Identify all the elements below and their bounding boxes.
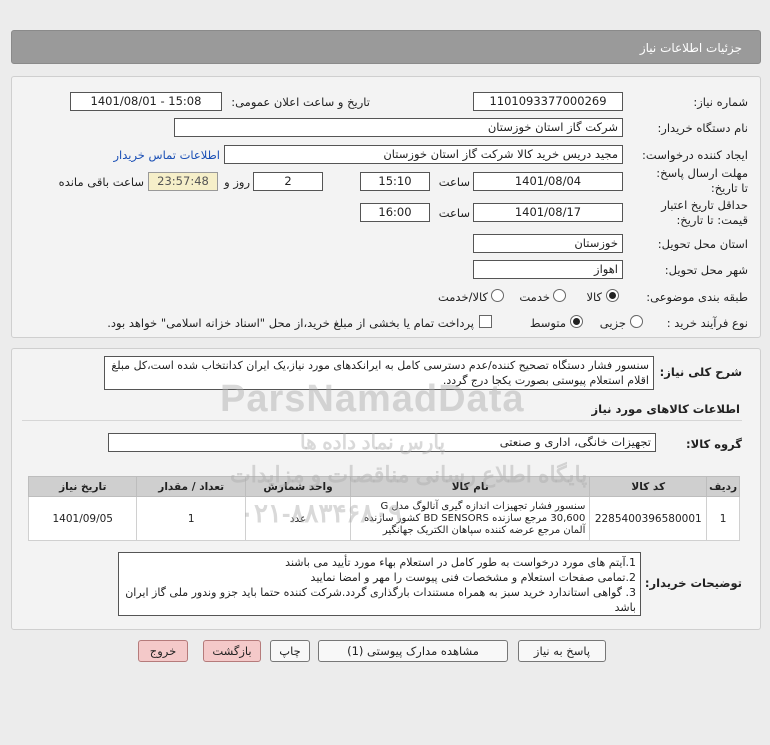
category-option-goods: کالا [586, 290, 602, 304]
cell-name: سنسور فشار تجهیزات اندازه گیری آنالوگ مد… [350, 496, 591, 541]
buyer-notes-label: توضیحات خریدار: [644, 576, 742, 590]
back-button[interactable]: بازگشت [203, 640, 261, 662]
deadline-time-field: 15:10 [360, 172, 430, 191]
validity-time-label: ساعت [438, 206, 470, 220]
buyer-notes-box: 1.آیتم های مورد درخواست به طور کامل در ا… [118, 552, 641, 616]
days-field: 2 [253, 172, 323, 191]
col-unit: واحد شمارش [244, 476, 352, 497]
category-option-both: کالا/خدمت [437, 290, 488, 304]
process-radio-medium[interactable] [570, 315, 583, 328]
buyer-note-line: 2.تمامی صفحات استعلام و مشخصات فنی پیوست… [310, 571, 636, 584]
creator-label: ایجاد کننده درخواست: [642, 148, 748, 162]
print-button[interactable]: چاپ [270, 640, 310, 662]
summary-text: سنسور فشار دستگاه تصحیح کننده/عدم دسترسی… [104, 356, 654, 390]
remaining-label: ساعت باقی مانده [58, 175, 144, 189]
goods-group-field: تجهیزات خانگی، اداری و صنعتی [108, 433, 656, 452]
goods-table: ردیف کد کالا نام کالا واحد شمارش تعداد /… [27, 476, 740, 541]
validity-date-field: 1401/08/17 [473, 203, 623, 222]
goods-table-header: ردیف کد کالا نام کالا واحد شمارش تعداد /… [27, 476, 740, 497]
deadline-label: مهلت ارسال پاسخ: تا تاریخ: [656, 166, 748, 195]
page-header: جزئیات اطلاعات نیاز [11, 30, 761, 64]
category-option-service: خدمت [519, 290, 550, 304]
buyer-note-line: 1.آیتم های مورد درخواست به طور کامل در ا… [285, 556, 636, 569]
buyer-contact-link[interactable]: اطلاعات تماس خریدار [100, 148, 220, 162]
process-option-medium: متوسط [529, 316, 566, 330]
payment-note: پرداخت تمام یا بخشی از مبلغ خرید،از محل … [107, 316, 474, 330]
col-date: تاریخ نیاز [27, 476, 138, 497]
validity-time-field: 16:00 [360, 203, 430, 222]
category-radio-both[interactable] [491, 289, 504, 302]
cell-qty: 1 [136, 496, 246, 541]
cell-unit: عدد [244, 496, 352, 541]
province-label: استان محل تحویل: [657, 237, 748, 251]
goods-divider [22, 420, 742, 421]
buyer-note-line: 3. گواهی استاندارد خرید سبز به همراه مست… [125, 586, 636, 614]
goods-group-label: گروه کالا: [686, 437, 742, 451]
col-name: نام کالا [350, 476, 591, 497]
buyer-org-field: شرکت گاز استان خوزستان [174, 118, 623, 137]
goods-section-title: اطلاعات کالاهای مورد نیاز [591, 402, 740, 416]
col-code: کد کالا [589, 476, 708, 497]
process-option-minor: جزیی [599, 316, 626, 330]
page-title: جزئیات اطلاعات نیاز [639, 41, 742, 55]
reply-button[interactable]: پاسخ به نیاز [518, 640, 606, 662]
remaining-time-field: 23:57:48 [148, 172, 218, 191]
need-number-field: 1101093377000269 [473, 92, 623, 111]
col-row: ردیف [706, 476, 740, 497]
creator-field: مجید دریس خرید کالا شرکت گاز استان خوزست… [224, 145, 623, 164]
cell-date: 1401/09/05 [27, 496, 138, 541]
days-label: روز و [224, 175, 250, 189]
category-radio-goods[interactable] [606, 289, 619, 302]
process-label: نوع فرآیند خرید : [666, 316, 748, 330]
col-qty: تعداد / مقدار [136, 476, 246, 497]
cell-row: 1 [706, 496, 740, 541]
announce-field: 1401/08/01 - 15:08 [70, 92, 222, 111]
summary-label: شرح کلی نیاز: [659, 365, 742, 379]
category-label: طبقه بندی موضوعی: [646, 290, 748, 304]
process-radio-minor[interactable] [630, 315, 643, 328]
deadline-time-label: ساعت [438, 175, 470, 189]
treasury-checkbox[interactable] [479, 315, 492, 328]
province-field: خوزستان [473, 234, 623, 253]
city-label: شهر محل تحویل: [664, 263, 748, 277]
table-row: 1 2285400396580001 سنسور فشار تجهیزات ان… [27, 496, 740, 541]
validity-label: حداقل تاریخ اعتبار قیمت: تا تاریخ: [661, 198, 748, 227]
announce-label: تاریخ و ساعت اعلان عمومی: [231, 95, 370, 109]
exit-button[interactable]: خروج [138, 640, 188, 662]
buyer-org-label: نام دستگاه خریدار: [657, 121, 748, 135]
cell-code: 2285400396580001 [589, 496, 708, 541]
category-radio-service[interactable] [553, 289, 566, 302]
city-field: اهواز [473, 260, 623, 279]
deadline-date-field: 1401/08/04 [473, 172, 623, 191]
need-number-label: شماره نیاز: [693, 95, 748, 109]
view-documents-button[interactable]: مشاهده مدارک پیوستی (1) [318, 640, 508, 662]
